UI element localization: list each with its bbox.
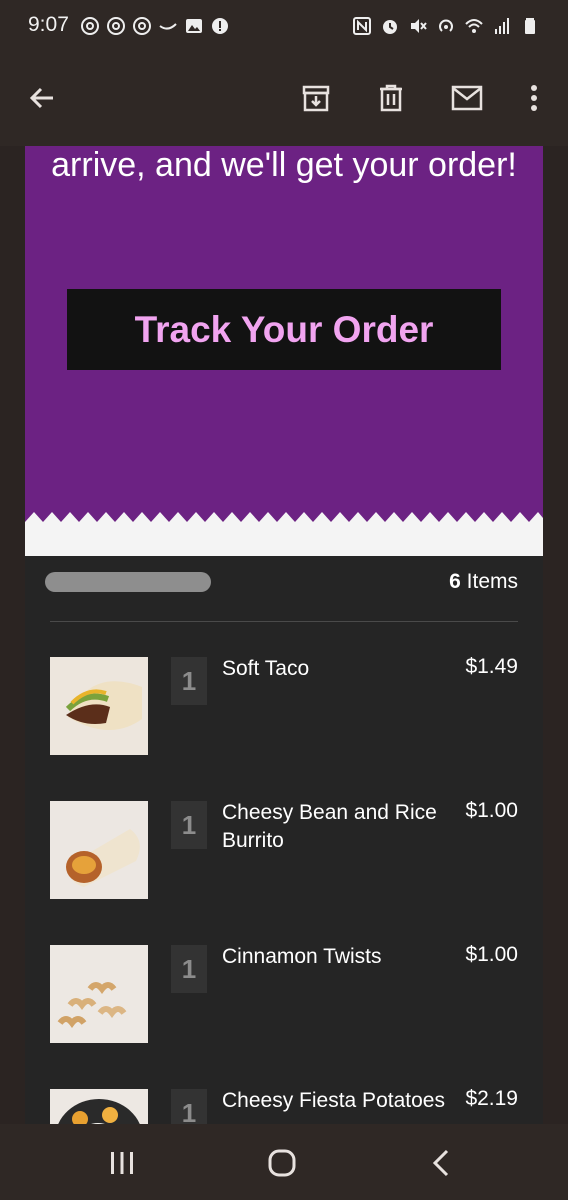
order-item: 1 Soft Taco $1.49 [25, 655, 543, 767]
archive-button[interactable] [292, 74, 340, 122]
burrito-image [50, 801, 148, 899]
order-item: 1 Cheesy Bean and Rice Burrito $1.00 [25, 799, 543, 911]
mute-icon [411, 19, 427, 33]
item-name: Soft Taco [222, 657, 310, 680]
status-left-icons [80, 16, 230, 36]
items-count: 6 Items [449, 570, 518, 594]
items-divider [50, 621, 518, 622]
redacted-customer-name [45, 572, 211, 592]
mail-icon [451, 85, 483, 111]
alert-icon [212, 18, 228, 34]
items-count-label: Items [466, 570, 518, 593]
item-quantity: 1 [171, 1089, 207, 1124]
threads-icon [133, 17, 151, 35]
gallery-icon [186, 19, 202, 33]
threads-icon [81, 17, 99, 35]
item-price: $1.49 [465, 655, 518, 678]
system-back-button[interactable] [421, 1146, 461, 1180]
hotspot-icon [439, 19, 453, 32]
delete-button[interactable] [367, 74, 415, 122]
status-time: 9:07 [28, 13, 69, 36]
hero-text: arrive, and we'll get your order! [51, 146, 517, 184]
threads-icon [107, 17, 125, 35]
alarm-icon [383, 20, 397, 34]
nfc-icon [353, 17, 371, 35]
status-right-icons [352, 16, 540, 36]
nav-back-icon [432, 1149, 449, 1177]
item-quantity: 1 [171, 657, 207, 705]
items-count-number: 6 [449, 570, 461, 593]
items-header: 6 Items [25, 556, 543, 622]
signal-icon [495, 18, 509, 34]
item-name: Cheesy Bean and Rice Burrito [222, 801, 437, 852]
item-quantity: 1 [171, 945, 207, 993]
battery-icon [525, 18, 535, 34]
status-bar: 9:07 [0, 0, 568, 54]
order-item: 1 Cinnamon Twists $1.00 [25, 943, 543, 1055]
trash-icon [380, 84, 402, 112]
recents-icon [111, 1152, 133, 1174]
back-arrow-icon [29, 87, 53, 109]
zigzag-divider [25, 512, 543, 556]
recents-button[interactable] [102, 1146, 142, 1180]
archive-icon [302, 85, 330, 112]
mark-unread-button[interactable] [443, 74, 491, 122]
item-price: $1.00 [465, 799, 518, 822]
more-options-button[interactable] [510, 74, 558, 122]
order-item: 1 Cheesy Fiesta Potatoes $2.19 [25, 1087, 543, 1124]
item-name: Cinnamon Twists [222, 945, 382, 968]
chevron-icon [159, 23, 177, 30]
item-price: $2.19 [465, 1087, 518, 1110]
email-app-bar [0, 54, 568, 146]
track-order-button[interactable]: Track Your Order [67, 289, 501, 370]
home-button[interactable] [262, 1146, 302, 1180]
back-button[interactable] [18, 74, 66, 122]
cinnamon-twists-image [50, 945, 148, 1043]
item-name: Cheesy Fiesta Potatoes [222, 1089, 445, 1112]
wifi-icon [465, 19, 483, 33]
item-price: $1.00 [465, 943, 518, 966]
system-nav-bar [0, 1124, 568, 1200]
home-icon [268, 1149, 296, 1177]
hero-banner: arrive, and we'll get your order! Track … [25, 146, 543, 556]
email-content: arrive, and we'll get your order! Track … [25, 146, 543, 1124]
fiesta-potatoes-image [50, 1089, 148, 1124]
item-quantity: 1 [171, 801, 207, 849]
more-vert-icon [531, 85, 537, 111]
soft-taco-image [50, 657, 148, 755]
